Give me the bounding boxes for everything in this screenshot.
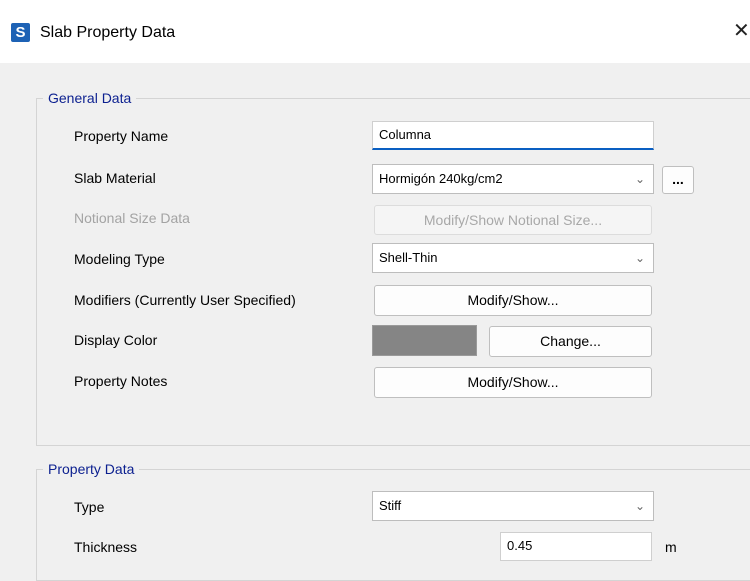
type-label: Type: [74, 499, 105, 515]
notional-size-label: Notional Size Data: [74, 210, 190, 226]
slab-material-browse-button[interactable]: ...: [662, 166, 694, 194]
close-icon[interactable]: ✕: [733, 20, 750, 42]
thickness-unit: m: [665, 539, 677, 555]
display-color-swatch: [372, 325, 477, 356]
slab-material-select[interactable]: Hormigón 240kg/cm2 ⌄: [372, 164, 654, 194]
property-data-group: [36, 469, 750, 581]
thickness-label: Thickness: [74, 539, 138, 555]
modifiers-label: Modifiers (Currently User Specified): [74, 292, 296, 308]
property-notes-label: Property Notes: [74, 373, 168, 389]
modeling-type-select[interactable]: Shell-Thin ⌄: [372, 243, 654, 273]
general-data-legend: General Data: [43, 89, 137, 107]
slab-material-label: Slab Material: [74, 170, 156, 186]
notional-size-button[interactable]: Modify/Show Notional Size...: [374, 205, 652, 235]
chevron-down-icon: ⌄: [634, 172, 645, 186]
property-name-input[interactable]: Columna: [372, 121, 654, 150]
window-title: Slab Property Data: [40, 24, 176, 41]
property-notes-button[interactable]: Modify/Show...: [374, 367, 652, 398]
chevron-down-icon: ⌄: [634, 499, 645, 513]
type-value: Stiff: [379, 498, 402, 513]
property-data-legend: Property Data: [43, 460, 140, 478]
property-name-label: Property Name: [74, 128, 169, 144]
modeling-type-label: Modeling Type: [74, 251, 165, 267]
thickness-input[interactable]: 0.45: [500, 532, 652, 561]
modifiers-button[interactable]: Modify/Show...: [374, 285, 652, 316]
title-bar: S Slab Property Data ✕: [0, 0, 750, 63]
display-color-label: Display Color: [74, 332, 158, 348]
chevron-down-icon: ⌄: [634, 251, 645, 265]
slab-material-value: Hormigón 240kg/cm2: [379, 171, 503, 186]
app-icon: S: [11, 23, 30, 42]
change-color-button[interactable]: Change...: [489, 326, 652, 357]
modeling-type-value: Shell-Thin: [379, 250, 438, 265]
type-select[interactable]: Stiff ⌄: [372, 491, 654, 521]
